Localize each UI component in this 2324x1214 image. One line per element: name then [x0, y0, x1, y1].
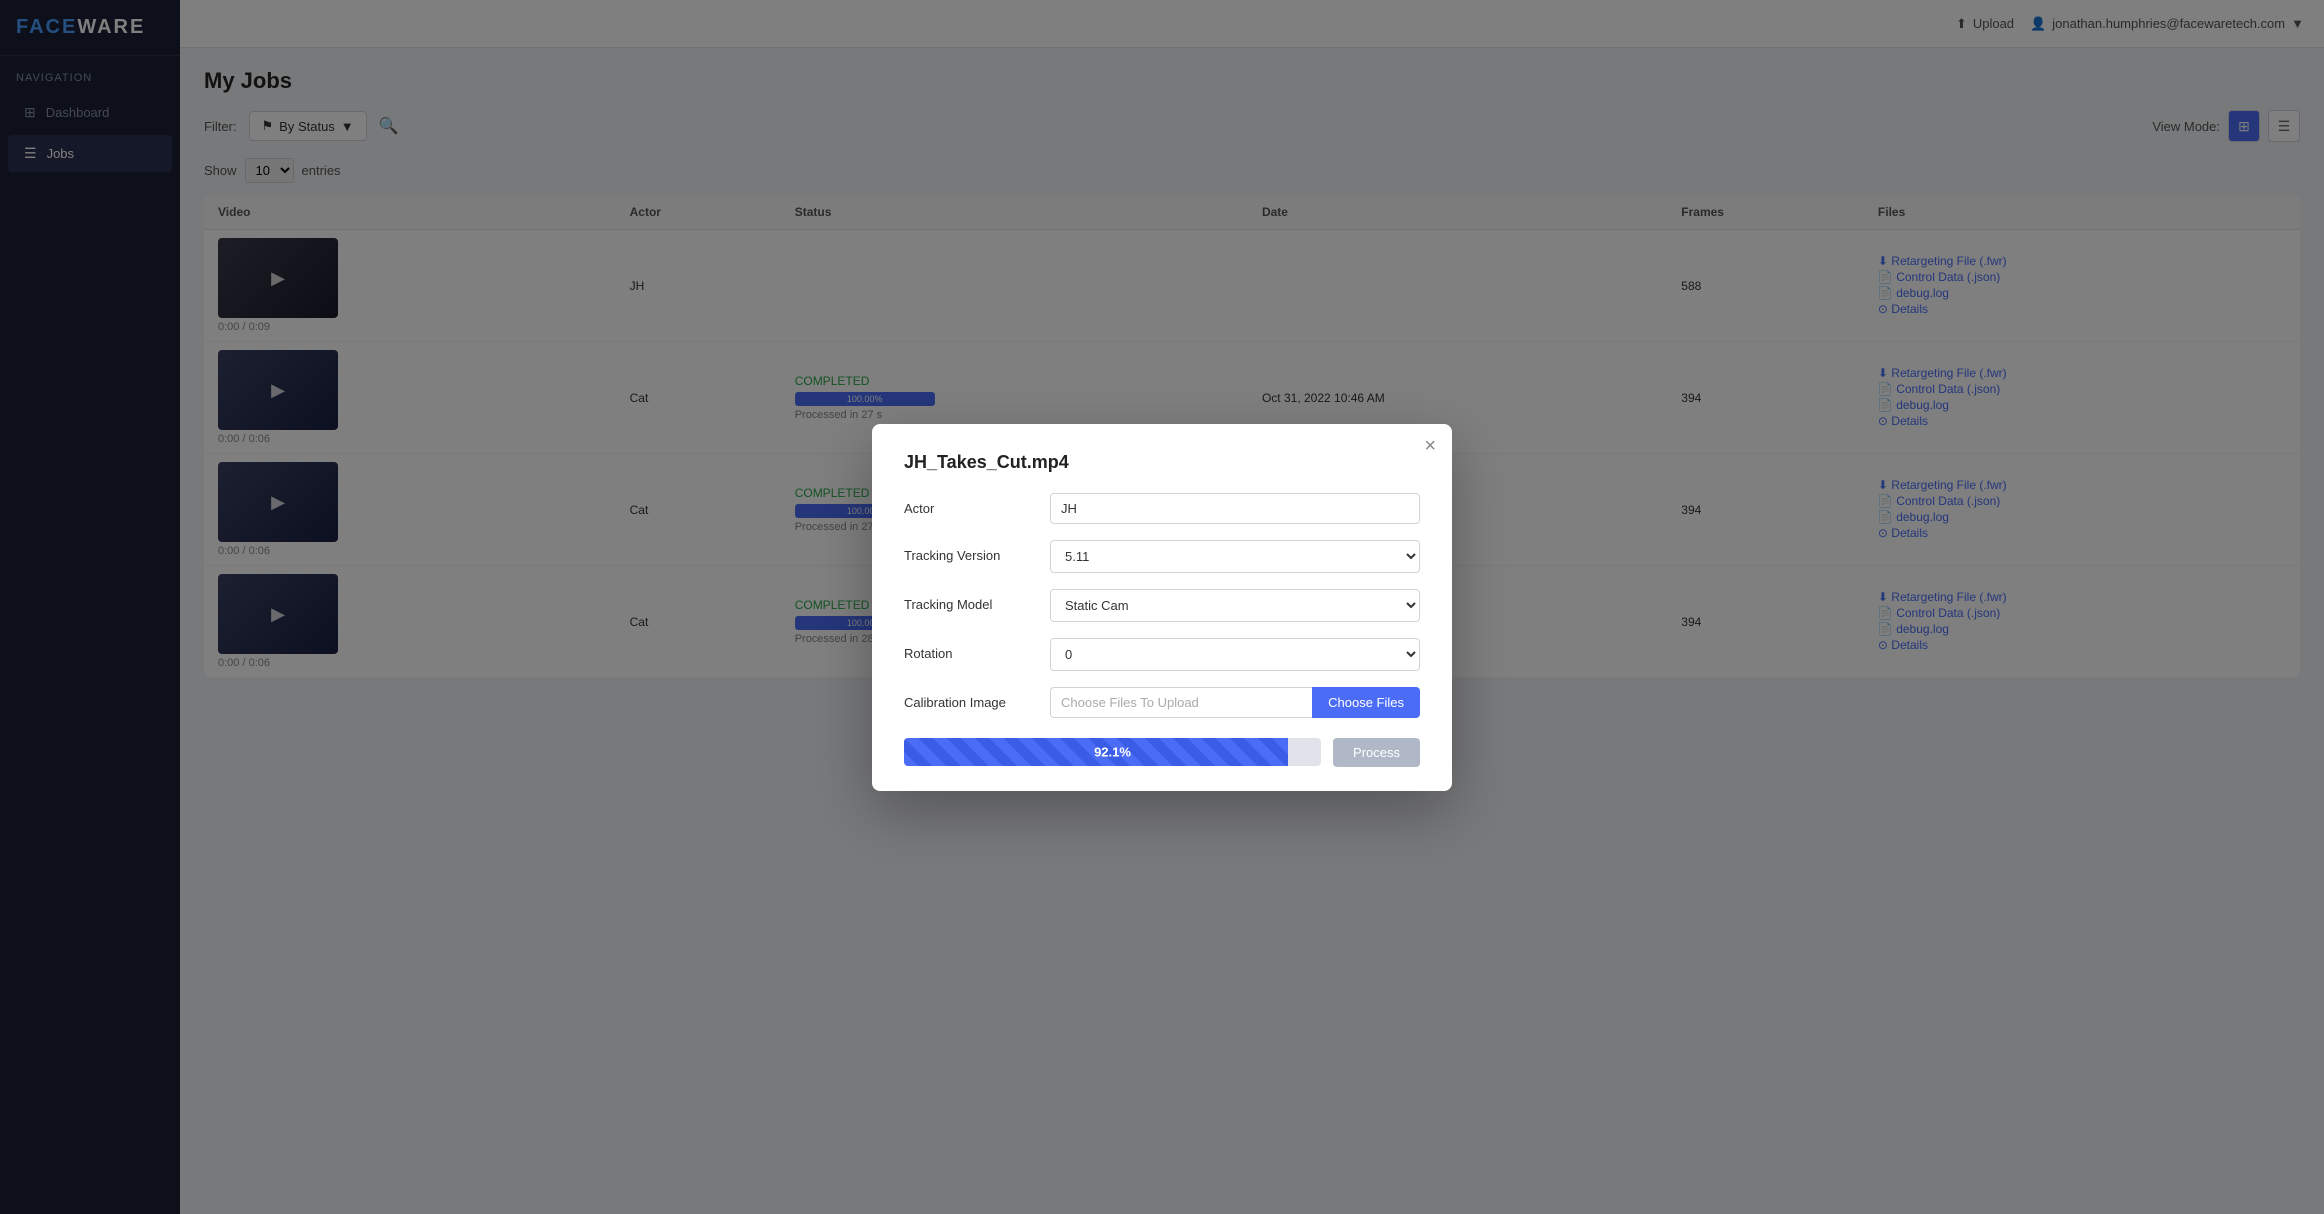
rotation-select[interactable]: 0 90 180 270 [1050, 638, 1420, 671]
job-modal: × JH_Takes_Cut.mp4 Actor Tracking Versio… [872, 424, 1452, 791]
process-button[interactable]: Process [1333, 738, 1420, 767]
modal-progress-text: 92.1% [1094, 745, 1131, 760]
tracking-model-select[interactable]: Static Cam Dynamic Cam [1050, 589, 1420, 622]
modal-close-button[interactable]: × [1424, 436, 1436, 456]
rotation-row: Rotation 0 90 180 270 [904, 638, 1420, 671]
actor-row: Actor [904, 493, 1420, 524]
calibration-row: Calibration Image Choose Files To Upload… [904, 687, 1420, 718]
progress-section: 92.1% Process [904, 738, 1420, 767]
modal-overlay: × JH_Takes_Cut.mp4 Actor Tracking Versio… [0, 0, 2324, 1214]
rotation-label: Rotation [904, 638, 1034, 661]
tracking-version-label: Tracking Version [904, 540, 1034, 563]
tracking-version-select[interactable]: 5.11 5.10 5.9 [1050, 540, 1420, 573]
tracking-model-row: Tracking Model Static Cam Dynamic Cam [904, 589, 1420, 622]
modal-title: JH_Takes_Cut.mp4 [904, 452, 1420, 473]
calibration-placeholder: Choose Files To Upload [1050, 687, 1312, 718]
modal-progress-bar: 92.1% [904, 738, 1321, 766]
choose-files-button[interactable]: Choose Files [1312, 687, 1420, 718]
actor-label: Actor [904, 493, 1034, 516]
calibration-label: Calibration Image [904, 687, 1034, 710]
tracking-version-row: Tracking Version 5.11 5.10 5.9 [904, 540, 1420, 573]
calibration-input-wrap: Choose Files To Upload Choose Files [1050, 687, 1420, 718]
actor-input[interactable] [1050, 493, 1420, 524]
tracking-model-label: Tracking Model [904, 589, 1034, 612]
